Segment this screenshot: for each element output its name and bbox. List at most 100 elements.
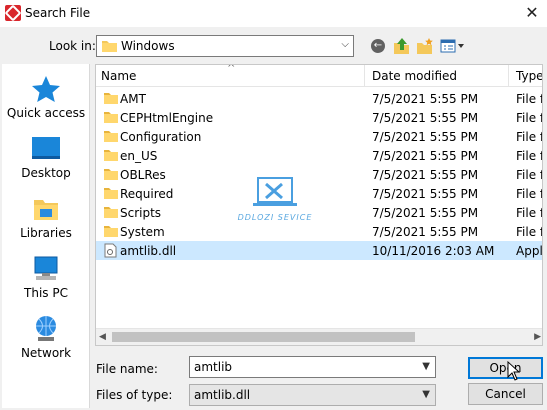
place-network[interactable]: Network bbox=[2, 314, 90, 360]
file-name-cell: en_US bbox=[120, 149, 158, 163]
new-folder-icon bbox=[417, 37, 433, 54]
date-modified-cell: 10/11/2016 2:03 AM bbox=[372, 244, 495, 258]
scrollbar-thumb[interactable] bbox=[112, 332, 415, 342]
new-folder-button[interactable] bbox=[416, 37, 434, 55]
column-name[interactable]: Name bbox=[101, 69, 136, 83]
chevron-down-icon: ⌵ bbox=[341, 39, 349, 50]
type-cell: File fo bbox=[516, 111, 542, 125]
file-row[interactable]: Scripts 7/5/2021 5:55 PM File fo bbox=[96, 203, 542, 222]
cancel-button[interactable]: Cancel bbox=[468, 383, 543, 405]
file-row[interactable]: amtlib.dll 10/11/2016 2:03 AM Appli bbox=[96, 241, 543, 261]
title-bar: Search File ✕ bbox=[0, 0, 547, 27]
window-title: Search File bbox=[25, 6, 91, 20]
column-header-row: ^ Name Date modified Type bbox=[96, 64, 542, 87]
date-modified-cell: 7/5/2021 5:55 PM bbox=[372, 168, 479, 182]
type-cell: File fo bbox=[516, 130, 542, 144]
chevron-down-icon: ▼ bbox=[422, 389, 430, 400]
date-modified-cell: 7/5/2021 5:55 PM bbox=[372, 130, 479, 144]
up-folder-button[interactable] bbox=[393, 37, 411, 55]
file-row[interactable]: CEPHtmlEngine 7/5/2021 5:55 PM File fo bbox=[96, 108, 542, 127]
type-cell: File fo bbox=[516, 149, 542, 163]
column-type[interactable]: Type bbox=[516, 69, 542, 83]
horizontal-scrollbar[interactable]: ◀ ▶ bbox=[96, 328, 542, 345]
folder-icon bbox=[104, 167, 118, 183]
folder-icon bbox=[104, 224, 118, 240]
file-name-cell: Scripts bbox=[120, 206, 162, 220]
type-cell: Appli bbox=[516, 244, 543, 258]
folder-icon bbox=[104, 110, 118, 126]
file-name-value: amtlib bbox=[194, 360, 233, 374]
open-button[interactable]: Open bbox=[468, 357, 543, 379]
file-row[interactable]: Configuration 7/5/2021 5:55 PM File fo bbox=[96, 127, 542, 146]
mouse-cursor-icon bbox=[507, 361, 520, 381]
date-modified-cell: 7/5/2021 5:55 PM bbox=[372, 187, 479, 201]
file-row[interactable]: OBLRes 7/5/2021 5:55 PM File fo bbox=[96, 165, 542, 184]
folder-icon bbox=[104, 205, 118, 221]
view-menu-button[interactable] bbox=[440, 37, 466, 55]
watermark-text: DDLOZI SEVICE bbox=[237, 213, 313, 222]
column-divider[interactable] bbox=[364, 65, 365, 87]
file-name-input[interactable]: amtlib ▼ bbox=[189, 356, 436, 378]
files-of-type-label: Files of type: bbox=[96, 388, 173, 402]
look-in-value: Windows bbox=[121, 39, 175, 53]
place-label: This PC bbox=[24, 286, 68, 300]
desktop-icon bbox=[30, 134, 62, 162]
file-list[interactable]: ^ Name Date modified Type AMT 7/5/2021 5:… bbox=[95, 64, 543, 346]
files-of-type-value: amtlib.dll bbox=[194, 388, 251, 402]
type-cell: File fo bbox=[516, 92, 542, 106]
chevron-down-icon[interactable]: ▼ bbox=[422, 361, 430, 372]
app-icon bbox=[5, 5, 21, 21]
file-row[interactable]: AMT 7/5/2021 5:55 PM File fo bbox=[96, 89, 542, 108]
folder-icon bbox=[102, 39, 117, 55]
scroll-left-icon[interactable]: ◀ bbox=[99, 332, 106, 342]
close-button[interactable]: ✕ bbox=[517, 0, 547, 27]
tools-icon bbox=[253, 177, 297, 206]
file-name-cell: amtlib.dll bbox=[120, 244, 177, 258]
place-this-pc[interactable]: This PC bbox=[2, 254, 90, 300]
sort-up-icon: ^ bbox=[227, 64, 236, 74]
file-row[interactable]: System 7/5/2021 5:55 PM File fo bbox=[96, 222, 542, 241]
look-in-label: Look in: bbox=[49, 39, 96, 53]
back-button[interactable]: ← bbox=[370, 37, 386, 55]
type-cell: File fo bbox=[516, 206, 542, 220]
scroll-right-icon[interactable]: ▶ bbox=[534, 332, 541, 342]
computer-icon bbox=[30, 254, 62, 282]
file-row[interactable]: en_US 7/5/2021 5:55 PM File fo bbox=[96, 146, 542, 165]
file-name-cell: Required bbox=[120, 187, 174, 201]
file-name-cell: OBLRes bbox=[120, 168, 166, 182]
column-divider[interactable] bbox=[508, 65, 509, 87]
place-label: Network bbox=[20, 346, 72, 360]
date-modified-cell: 7/5/2021 5:55 PM bbox=[372, 149, 479, 163]
folder-icon bbox=[104, 148, 118, 164]
folder-icon bbox=[104, 129, 118, 145]
type-cell: File fo bbox=[516, 168, 542, 182]
place-label: Libraries bbox=[20, 226, 72, 240]
files-of-type-dropdown[interactable]: amtlib.dll ▼ bbox=[189, 384, 436, 406]
place-label: Quick access bbox=[6, 106, 86, 120]
date-modified-cell: 7/5/2021 5:55 PM bbox=[372, 206, 479, 220]
star-icon bbox=[30, 74, 62, 102]
date-modified-cell: 7/5/2021 5:55 PM bbox=[372, 225, 479, 239]
place-desktop[interactable]: Desktop bbox=[2, 134, 90, 180]
view-menu-icon bbox=[440, 39, 464, 53]
file-name-cell: System bbox=[120, 225, 165, 239]
date-modified-cell: 7/5/2021 5:55 PM bbox=[372, 111, 479, 125]
watermark: DDLOZI SEVICE bbox=[235, 176, 315, 222]
file-name-cell: CEPHtmlEngine bbox=[120, 111, 214, 125]
look-in-dropdown[interactable]: Windows ⌵ bbox=[96, 35, 354, 57]
file-name-cell: AMT bbox=[120, 92, 146, 106]
type-cell: File fo bbox=[516, 187, 542, 201]
dll-file-icon bbox=[104, 243, 117, 261]
file-row[interactable]: Required 7/5/2021 5:55 PM File fo bbox=[96, 184, 542, 203]
up-folder-icon bbox=[394, 37, 409, 54]
column-date-modified[interactable]: Date modified bbox=[372, 69, 457, 83]
folder-icon bbox=[104, 186, 118, 202]
places-bar: Quick access Desktop Libraries This PC N… bbox=[2, 64, 90, 408]
folder-icon bbox=[104, 91, 118, 107]
place-label: Desktop bbox=[21, 166, 71, 180]
file-name-cell: Configuration bbox=[120, 130, 202, 144]
file-name-label: File name: bbox=[96, 362, 158, 376]
back-icon: ← bbox=[371, 39, 385, 53]
place-quick-access[interactable]: Quick access bbox=[2, 74, 90, 120]
place-libraries[interactable]: Libraries bbox=[2, 194, 90, 240]
